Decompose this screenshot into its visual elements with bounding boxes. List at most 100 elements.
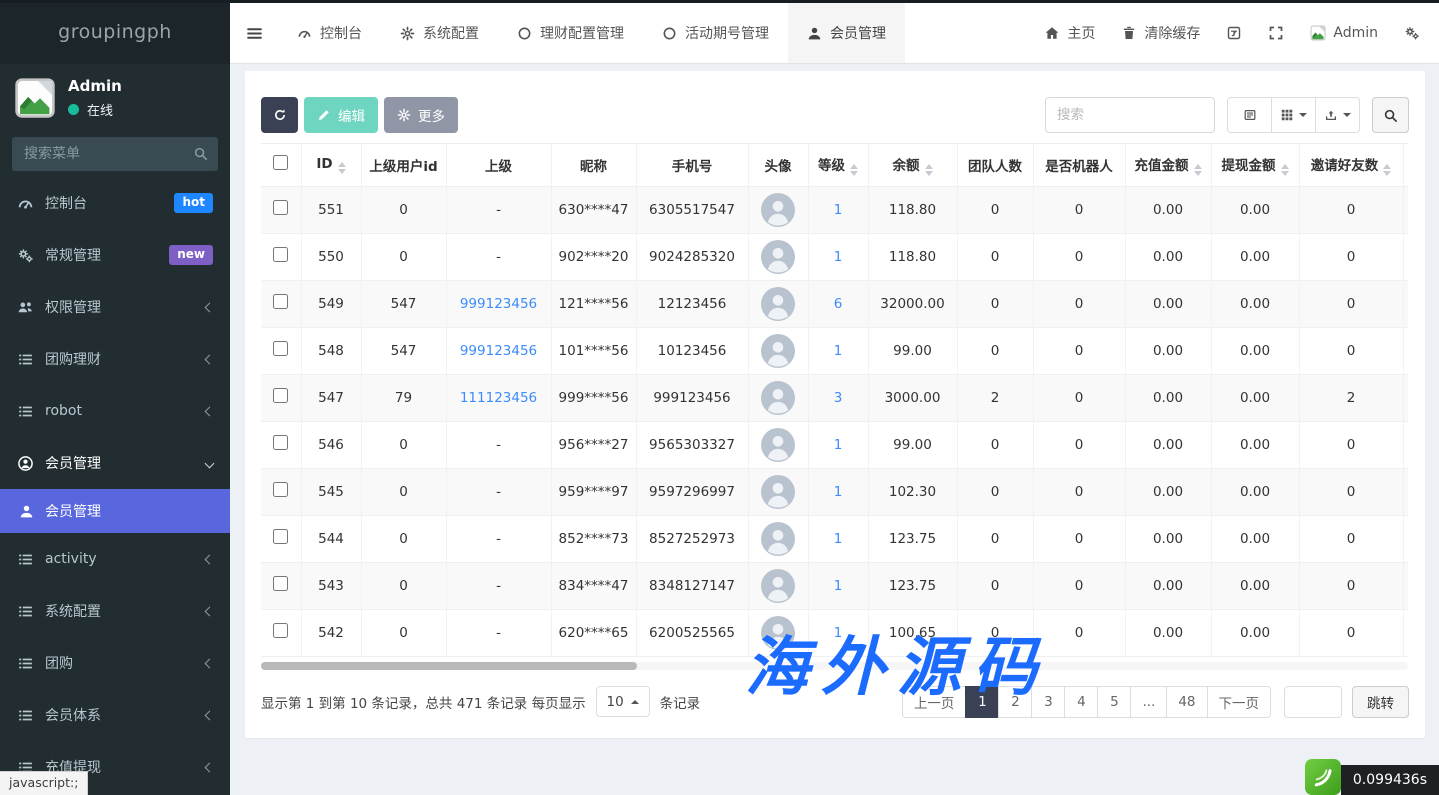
edit-button[interactable]: 编辑: [304, 97, 378, 133]
level-link[interactable]: 1: [834, 437, 843, 453]
parent-link[interactable]: 111123456: [460, 390, 537, 406]
tab-system-config[interactable]: 系统配置: [381, 3, 498, 63]
level-link[interactable]: 1: [834, 343, 843, 359]
sidebar-search-input[interactable]: [12, 137, 218, 171]
row-checkbox[interactable]: [273, 341, 288, 356]
sidebar-toggle-button[interactable]: [230, 3, 278, 63]
table-search-input[interactable]: [1045, 97, 1215, 133]
sidebar-item-permissions[interactable]: 权限管理: [0, 281, 230, 333]
cell-withdraw-amount: 0.00: [1211, 374, 1299, 421]
level-link[interactable]: 1: [834, 249, 843, 265]
row-checkbox[interactable]: [273, 388, 288, 403]
sidebar-item-members[interactable]: 会员管理: [0, 437, 230, 489]
pagination-page-5[interactable]: 5: [1097, 686, 1131, 718]
search-submit-button[interactable]: [1372, 97, 1409, 133]
tab-label: 理财配置管理: [540, 23, 624, 43]
sort-icon[interactable]: [925, 164, 933, 176]
row-checkbox[interactable]: [273, 576, 288, 591]
columns-dropdown-button[interactable]: [1271, 97, 1316, 133]
settings-button[interactable]: [1391, 3, 1433, 63]
pagination-page-4[interactable]: 4: [1064, 686, 1098, 718]
column-header-select[interactable]: [261, 144, 301, 186]
row-checkbox[interactable]: [273, 623, 288, 638]
sort-icon[interactable]: [1383, 164, 1391, 176]
cell-phone: 6305517547: [636, 186, 748, 233]
level-link[interactable]: 1: [834, 578, 843, 594]
tab-finance-config[interactable]: 理财配置管理: [498, 3, 643, 63]
row-checkbox[interactable]: [273, 294, 288, 309]
column-header-withdraw-amount[interactable]: 提现金额: [1211, 144, 1299, 186]
row-checkbox[interactable]: [273, 247, 288, 262]
column-header-recharge-amount[interactable]: 充值金额: [1125, 144, 1211, 186]
page-size-select[interactable]: 10: [596, 686, 650, 717]
sidebar-subitem-members-sub[interactable]: 会员管理: [0, 489, 230, 533]
sidebar-item-activity[interactable]: activity: [0, 533, 230, 585]
level-link[interactable]: 1: [834, 484, 843, 500]
column-header-id[interactable]: ID: [301, 144, 361, 186]
row-checkbox[interactable]: [273, 482, 288, 497]
cell-avatar: [748, 327, 808, 374]
export-dropdown-button[interactable]: [1315, 97, 1360, 133]
tab-console[interactable]: 控制台: [278, 3, 381, 63]
pagination-page-1[interactable]: 1: [965, 686, 999, 718]
select-all-checkbox[interactable]: [273, 155, 288, 170]
refresh-button[interactable]: [261, 97, 298, 133]
row-checkbox[interactable]: [273, 529, 288, 544]
tab-activity-period[interactable]: 活动期号管理: [643, 3, 788, 63]
tab-members[interactable]: 会员管理: [788, 3, 905, 63]
cell-is-robot: 0: [1033, 233, 1125, 280]
sort-icon[interactable]: [1194, 164, 1202, 176]
sort-icon[interactable]: [850, 164, 858, 176]
sidebar-item-system-config[interactable]: 系统配置: [0, 585, 230, 637]
row-checkbox[interactable]: [273, 200, 288, 215]
column-header-balance[interactable]: 余额: [868, 144, 957, 186]
circle-icon: [517, 26, 532, 41]
column-header-level[interactable]: 等级: [808, 144, 868, 186]
sidebar-item-member-system[interactable]: 会员体系: [0, 689, 230, 741]
toggle-view-button[interactable]: [1227, 97, 1272, 133]
parent-link[interactable]: 999123456: [460, 296, 537, 312]
sidebar-item-group-buy[interactable]: 团购: [0, 637, 230, 689]
sort-icon[interactable]: [1281, 164, 1289, 176]
gears-icon: [1404, 25, 1420, 41]
pagination-page-3[interactable]: 3: [1031, 686, 1065, 718]
level-link[interactable]: 1: [834, 625, 843, 641]
cell-recharge-amount: 0.00: [1125, 562, 1211, 609]
navbar-tabs: 控制台系统配置 理财配置管理活动期号管理会员管理: [278, 3, 905, 63]
pagination-prev[interactable]: 上一页: [902, 686, 967, 718]
sidebar-item-robot[interactable]: robot: [0, 385, 230, 437]
level-link[interactable]: 6: [834, 296, 843, 312]
page-jump-button[interactable]: 跳转: [1352, 686, 1409, 718]
home-icon: [1044, 25, 1060, 41]
sort-icon[interactable]: [338, 162, 346, 174]
home-link[interactable]: 主页: [1031, 3, 1108, 63]
sidebar-item-group-finance[interactable]: 团购理财: [0, 333, 230, 385]
clear-cache-button[interactable]: 清除缓存: [1108, 3, 1213, 63]
pagination-next[interactable]: 下一页: [1207, 686, 1272, 718]
fullscreen-button[interactable]: [1255, 3, 1297, 63]
thinkphp-debug-icon[interactable]: [1305, 759, 1341, 795]
horizontal-scrollbar: [261, 662, 1408, 670]
level-link[interactable]: 1: [834, 531, 843, 547]
cell-id: 545: [301, 468, 361, 515]
language-button[interactable]: [1213, 3, 1255, 63]
page-jump-input[interactable]: [1284, 686, 1342, 718]
cell-nickname: 834****47: [551, 562, 636, 609]
sidebar-item-console[interactable]: 控制台hot: [0, 177, 230, 229]
row-checkbox[interactable]: [273, 435, 288, 450]
pagination-page-2[interactable]: 2: [998, 686, 1032, 718]
user-menu[interactable]: Admin: [1297, 3, 1391, 63]
level-link[interactable]: 1: [834, 202, 843, 218]
horizontal-scrollbar-thumb[interactable]: [261, 662, 637, 670]
pagination-page-48[interactable]: 48: [1166, 686, 1207, 718]
column-header-invite-count[interactable]: 邀请好友数: [1299, 144, 1403, 186]
cell-withdraw-amount: 0.00: [1211, 609, 1299, 656]
level-link[interactable]: 3: [834, 390, 843, 406]
more-button[interactable]: 更多: [384, 97, 458, 133]
gear-icon: [400, 26, 415, 41]
debug-time: 0.099436s: [1341, 765, 1439, 795]
parent-link[interactable]: 999123456: [460, 343, 537, 359]
fullscreen-icon: [1268, 25, 1284, 41]
cell-avatar: [748, 515, 808, 562]
sidebar-item-general[interactable]: 常规管理new: [0, 229, 230, 281]
